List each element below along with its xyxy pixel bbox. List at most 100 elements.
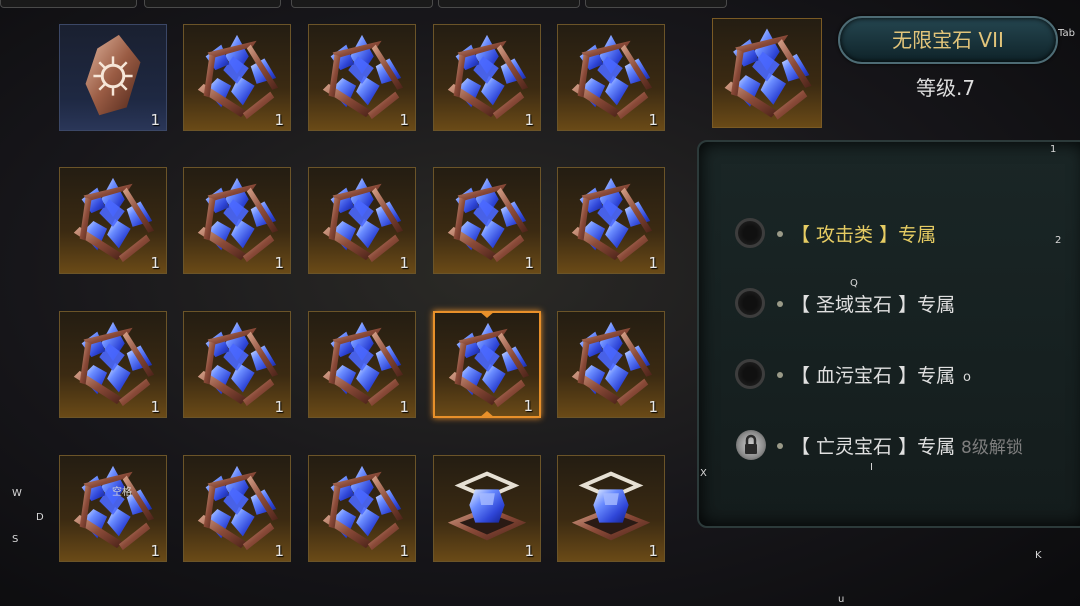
rune-stone-icon xyxy=(84,33,142,117)
infinity-gem-icon xyxy=(197,34,279,120)
gem-type-panel: 【 攻击类 】专属【 圣域宝石 】专属【 血污宝石 】专属【 亡灵宝石 】专属 8… xyxy=(697,140,1080,528)
hotkey-i: I xyxy=(870,462,873,473)
gem-name-plate: 无限宝石 VII xyxy=(838,16,1058,64)
gem-type-label: 【 亡灵宝石 】专属 xyxy=(791,436,956,458)
inventory-slot[interactable]: 1 xyxy=(183,24,291,131)
item-quantity: 1 xyxy=(648,111,658,129)
inventory-slot[interactable]: 1 xyxy=(59,455,167,562)
top-tab-2[interactable] xyxy=(144,0,281,8)
inventory-slot[interactable]: 1 xyxy=(183,455,291,562)
item-quantity: 1 xyxy=(274,254,284,272)
inventory-slot-selected[interactable]: 1 xyxy=(433,311,541,418)
unlock-requirement: 8级解锁 xyxy=(961,438,1023,458)
item-quantity: 1 xyxy=(648,542,658,560)
inventory-slot[interactable]: 1 xyxy=(433,24,541,131)
top-tab-3[interactable] xyxy=(291,0,433,8)
inventory-slot[interactable]: 1 xyxy=(308,24,416,131)
item-quantity: 1 xyxy=(274,398,284,416)
gem-level: 等级.7 xyxy=(916,76,976,100)
inventory-slot[interactable]: 1 xyxy=(433,167,541,274)
radio-ring-icon[interactable] xyxy=(735,359,765,389)
radio-ring-icon[interactable] xyxy=(735,288,765,318)
gem-type-option[interactable]: 【 圣域宝石 】专属 xyxy=(735,288,1075,324)
inventory-slot[interactable]: 1 xyxy=(183,311,291,418)
blue-crystal-frame-icon xyxy=(569,471,653,543)
item-quantity: 1 xyxy=(524,254,534,272)
hotkey-k: K xyxy=(1035,550,1042,561)
infinity-gem-icon xyxy=(322,34,404,120)
item-quantity: 1 xyxy=(274,542,284,560)
gem-name: 无限宝石 VII xyxy=(892,28,1004,52)
inventory-slot[interactable]: 1 xyxy=(308,167,416,274)
bullet-dot xyxy=(777,301,783,307)
item-quantity: 1 xyxy=(150,542,160,560)
gem-type-label: 【 攻击类 】专属 xyxy=(791,224,937,246)
hotkey-s: S xyxy=(12,534,19,545)
infinity-gem-icon xyxy=(73,465,155,551)
inventory-slot[interactable]: 1 xyxy=(308,311,416,418)
infinity-gem-icon xyxy=(197,465,279,551)
bullet-dot xyxy=(777,443,783,449)
gem-type-option[interactable]: 【 攻击类 】专属 xyxy=(735,218,1075,254)
hotkey-2: 2 xyxy=(1055,235,1062,246)
selection-arrow-top xyxy=(479,311,495,318)
inventory-slot[interactable]: 1 xyxy=(59,311,167,418)
top-tab-5[interactable] xyxy=(585,0,727,8)
inventory-slot[interactable]: 1 xyxy=(433,455,541,562)
inventory-slot[interactable]: 1 xyxy=(308,455,416,562)
blue-crystal-frame-icon xyxy=(445,471,529,543)
inventory-slot[interactable]: 1 xyxy=(59,24,167,131)
hotkey-tab: Tab xyxy=(1058,28,1075,39)
selected-gem-preview xyxy=(712,18,822,128)
inventory-slot[interactable]: 1 xyxy=(557,24,665,131)
item-quantity: 1 xyxy=(150,254,160,272)
item-quantity: 1 xyxy=(274,111,284,129)
infinity-gem-icon xyxy=(447,34,529,120)
top-tab-strip xyxy=(0,0,740,8)
inventory-slot[interactable]: 1 xyxy=(59,167,167,274)
infinity-gem-icon xyxy=(322,321,404,407)
selection-arrow-bottom xyxy=(479,411,495,418)
inventory-slot[interactable]: 1 xyxy=(557,167,665,274)
infinity-gem-icon xyxy=(447,177,529,263)
hotkey-1: 1 xyxy=(1050,144,1057,155)
infinity-gem-icon xyxy=(322,465,404,551)
hotkey-x: X xyxy=(700,468,707,479)
bullet-dot xyxy=(777,231,783,237)
item-quantity: 1 xyxy=(523,397,533,415)
inventory-slot[interactable]: 1 xyxy=(183,167,291,274)
infinity-gem-icon xyxy=(322,177,404,263)
top-tab-1[interactable] xyxy=(0,0,137,8)
infinity-gem-icon xyxy=(571,321,653,407)
infinity-gem-icon xyxy=(197,321,279,407)
gem-type-option[interactable]: 【 血污宝石 】专属 xyxy=(735,359,1075,395)
item-quantity: 1 xyxy=(524,111,534,129)
infinity-gem-icon xyxy=(571,177,653,263)
hotkey-space: 空格 xyxy=(112,487,132,498)
hotkey-o: o xyxy=(963,370,971,385)
gem-type-option: 【 亡灵宝石 】专属 8级解锁 xyxy=(735,430,1075,466)
hotkey-d: D xyxy=(36,512,44,523)
lock-icon xyxy=(736,430,766,460)
inventory-slot[interactable]: 1 xyxy=(557,311,665,418)
infinity-gem-icon xyxy=(197,177,279,263)
infinity-gem-icon xyxy=(571,34,653,120)
bullet-dot xyxy=(777,372,783,378)
top-tab-4[interactable] xyxy=(438,0,580,8)
infinity-gem-icon xyxy=(448,322,530,408)
infinity-gem-icon xyxy=(724,28,812,120)
item-quantity: 1 xyxy=(150,398,160,416)
item-quantity: 1 xyxy=(150,111,160,129)
item-quantity: 1 xyxy=(524,542,534,560)
radio-ring-icon[interactable] xyxy=(735,218,765,248)
item-quantity: 1 xyxy=(399,542,409,560)
hotkey-u: u xyxy=(838,594,845,605)
infinity-gem-icon xyxy=(73,321,155,407)
gem-type-label: 【 圣域宝石 】专属 xyxy=(791,294,956,316)
gem-type-label: 【 血污宝石 】专属 xyxy=(791,365,956,387)
item-quantity: 1 xyxy=(399,254,409,272)
item-quantity: 1 xyxy=(399,111,409,129)
inventory-slot[interactable]: 1 xyxy=(557,455,665,562)
infinity-gem-icon xyxy=(73,177,155,263)
hotkey-q: Q xyxy=(850,278,858,289)
